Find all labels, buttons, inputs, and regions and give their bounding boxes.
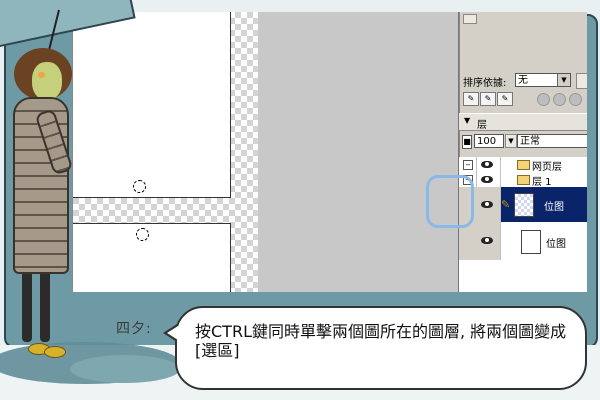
panel-extra-button[interactable] — [576, 73, 587, 89]
blend-mode-select[interactable]: 正常 — [517, 134, 587, 148]
collapse-icon[interactable]: − — [463, 160, 473, 170]
layer-name: 位图 — [546, 239, 566, 250]
layer-name: 网页层 — [532, 162, 562, 173]
edit-icon-3[interactable]: ✎ — [497, 92, 513, 106]
collapse-triangle-icon[interactable]: ▼ — [464, 116, 470, 125]
eye-icon[interactable] — [481, 237, 493, 244]
layer-row-bitmap-selected[interactable]: ✎ 位图 — [459, 187, 587, 223]
sort-value: 无 — [518, 75, 528, 86]
layer-name: 位图 — [544, 202, 564, 213]
puddle-highlight — [70, 355, 180, 383]
character-leg-left — [22, 262, 32, 342]
bitmap-bottom[interactable] — [73, 223, 231, 292]
panel-menu-button[interactable] — [463, 14, 477, 24]
selection-marker-bottom — [136, 228, 149, 241]
layer-name: 层 1 — [532, 177, 552, 188]
character-leg-right — [40, 262, 50, 342]
disabled-icon-1 — [537, 93, 550, 106]
workspace-gray — [258, 12, 458, 292]
character-cheek — [38, 72, 45, 78]
blend-mode-value: 正常 — [520, 136, 540, 147]
sort-label: 排序依據: — [463, 78, 507, 89]
eye-icon[interactable] — [481, 176, 493, 183]
edit-icon-1[interactable]: ✎ — [463, 92, 479, 106]
layers-tab[interactable]: ▼ 层 — [459, 113, 587, 131]
folder-icon — [517, 175, 530, 185]
selection-marker-top — [133, 180, 146, 193]
opacity-dropdown-icon[interactable]: ▼ — [505, 134, 517, 148]
document-canvas-area — [73, 12, 258, 292]
bitmap-top[interactable] — [73, 12, 231, 198]
layer-thumbnail — [521, 230, 541, 254]
layers-empty-area — [459, 260, 587, 292]
layers-tab-label: 层 — [477, 120, 487, 131]
highlight-ring — [426, 175, 474, 228]
speaker-label: 四夕: — [116, 321, 152, 337]
layer-row-web[interactable]: − 网页层 — [459, 157, 587, 173]
folder-icon — [517, 160, 530, 170]
eye-icon[interactable] — [481, 161, 493, 168]
character-face — [32, 62, 62, 100]
editor-screenshot: 排序依據: 无 ▼ ✎ ✎ ✎ ▼ 层 ■ 100 ▼ 正常 − 网页层 − 层… — [72, 12, 587, 292]
disabled-icon-2 — [553, 93, 566, 106]
edit-icon-2[interactable]: ✎ — [480, 92, 496, 106]
opacity-icon: ■ — [462, 135, 472, 149]
layer-thumbnail — [514, 193, 534, 217]
opacity-value: 100 — [477, 136, 497, 147]
caption-text: 按CTRL鍵同時單擊兩個圖所在的圖層, 將兩個圖變成[選區] — [195, 322, 567, 360]
eye-icon[interactable] — [481, 201, 493, 208]
comic-scene: 排序依據: 无 ▼ ✎ ✎ ✎ ▼ 层 ■ 100 ▼ 正常 − 网页层 − 层… — [0, 0, 600, 400]
sort-select[interactable]: 无 ▼ — [515, 73, 571, 87]
dropdown-arrow-icon[interactable]: ▼ — [557, 74, 570, 86]
layer-row-bitmap[interactable]: 位图 — [459, 222, 587, 261]
layer-row-layer1[interactable]: − 层 1 — [459, 172, 587, 188]
character-shoe-right — [44, 346, 66, 358]
layers-panel: 排序依據: 无 ▼ ✎ ✎ ✎ ▼ 层 ■ 100 ▼ 正常 − 网页层 − 层… — [458, 12, 587, 292]
pencil-icon: ✎ — [501, 198, 511, 211]
speech-bubble-tail-fill — [167, 326, 178, 340]
lock-icon — [569, 93, 582, 106]
opacity-field[interactable]: 100 — [474, 134, 504, 148]
